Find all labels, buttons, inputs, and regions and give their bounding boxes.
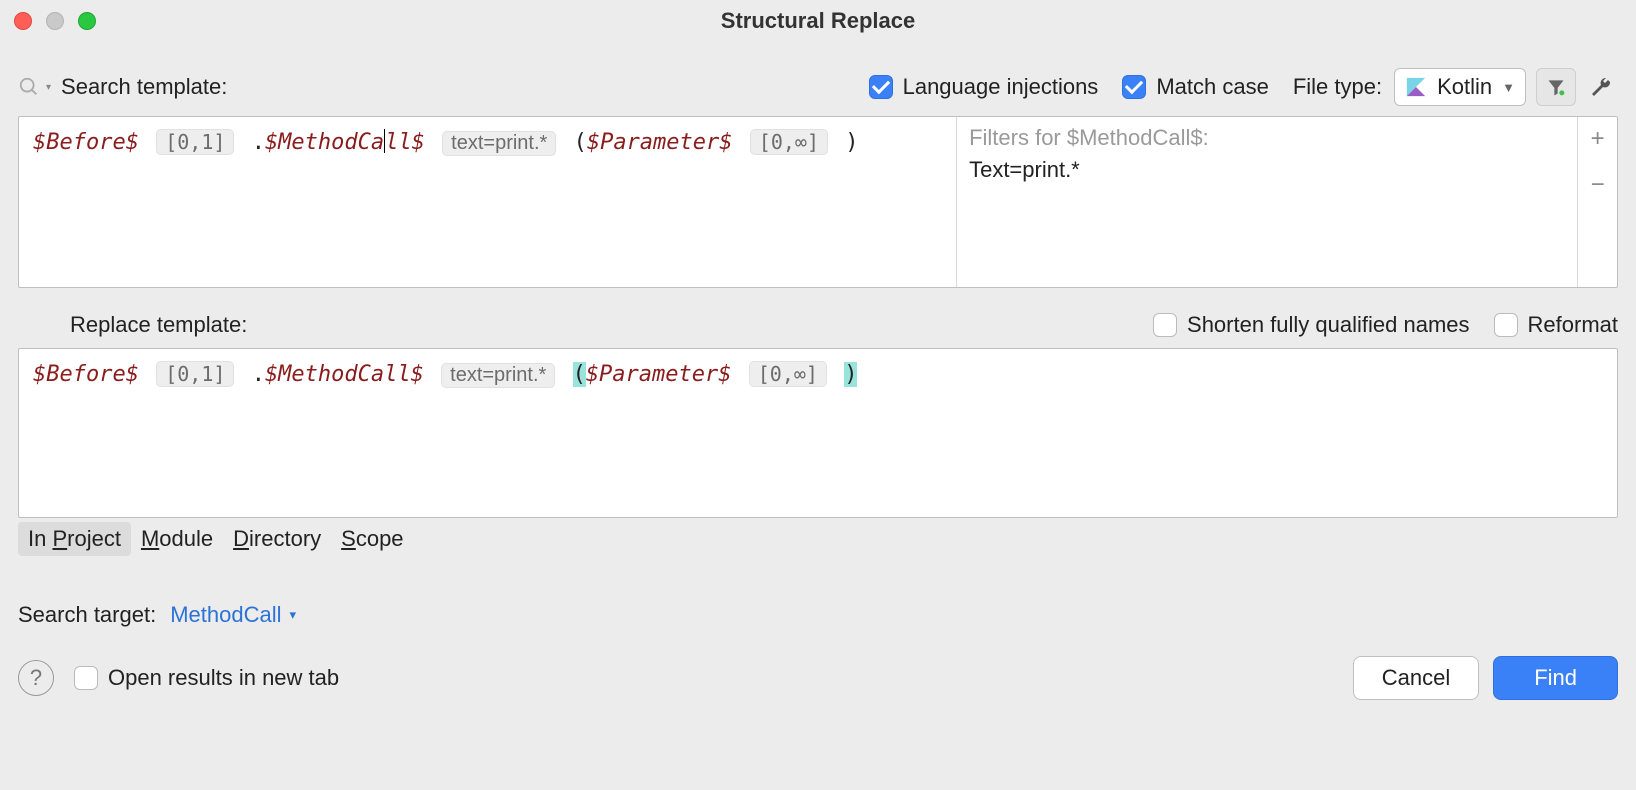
file-type-label: File type: — [1293, 74, 1382, 100]
scope-tab-directory[interactable]: Directory — [223, 522, 331, 556]
var-before: $Before$ — [33, 130, 139, 155]
zoom-window-icon[interactable] — [78, 12, 96, 30]
reformat-option[interactable]: Reformat — [1494, 312, 1618, 338]
search-template-editor[interactable]: $Before$ [0,1] .$MethodCall$ text=print.… — [19, 117, 957, 287]
checkbox-checked-icon[interactable] — [1122, 75, 1146, 99]
settings-wrench-icon[interactable] — [1584, 70, 1618, 104]
window-controls — [14, 12, 96, 30]
search-target-select[interactable]: MethodCall ▾ — [170, 602, 296, 628]
var-method-left: $MethodCa — [265, 130, 384, 155]
search-icon[interactable] — [18, 76, 40, 98]
scope-tab-module[interactable]: Module — [131, 522, 223, 556]
count-badge: [0,1] — [156, 361, 234, 387]
language-injections-option[interactable]: Language injections — [869, 74, 1099, 100]
filters-body[interactable]: Text=print.* — [969, 157, 1565, 183]
filters-panel: Filters for $MethodCall$: Text=print.* — [957, 117, 1577, 287]
shorten-fqn-label: Shorten fully qualified names — [1187, 312, 1470, 338]
scope-tab-scope[interactable]: Scope — [331, 522, 413, 556]
open-paren: ( — [574, 130, 587, 155]
replace-template-editor[interactable]: $Before$ [0,1] .$MethodCall$ text=print.… — [18, 348, 1618, 518]
replace-template-label: Replace template: — [70, 312, 247, 338]
filters-title: Filters for $MethodCall$: — [969, 125, 1565, 151]
file-type-select[interactable]: Kotlin ▼ — [1394, 68, 1526, 106]
search-template-panel: $Before$ [0,1] .$MethodCall$ text=print.… — [18, 116, 1618, 288]
var-parameter: $Parameter$ — [586, 362, 732, 387]
filters-toolbar: + − — [1577, 117, 1617, 287]
search-template-label: Search template: — [61, 74, 227, 100]
shorten-fqn-option[interactable]: Shorten fully qualified names — [1153, 312, 1470, 338]
match-case-label: Match case — [1156, 74, 1269, 100]
filter-badge: text=print.* — [441, 363, 555, 388]
filter-badge: text=print.* — [442, 131, 556, 156]
scope-tab-project[interactable]: In Project — [18, 522, 131, 556]
minimize-window-icon[interactable] — [46, 12, 64, 30]
cancel-button[interactable]: Cancel — [1353, 656, 1479, 700]
remove-filter-icon[interactable]: − — [1591, 171, 1605, 199]
search-history-chevron-icon[interactable]: ▾ — [46, 82, 51, 93]
filter-icon-button[interactable] — [1536, 68, 1576, 106]
open-in-new-tab-label: Open results in new tab — [108, 665, 339, 691]
search-target-value: MethodCall — [170, 602, 281, 628]
var-method: $MethodCall$ — [265, 362, 424, 387]
file-type-value: Kotlin — [1437, 74, 1492, 100]
var-parameter: $Parameter$ — [587, 130, 733, 155]
checkbox-unchecked-icon[interactable] — [1494, 313, 1518, 337]
kotlin-icon — [1405, 76, 1427, 98]
count-badge: [0,∞] — [750, 129, 828, 155]
checkbox-unchecked-icon[interactable] — [74, 666, 98, 690]
open-paren-highlighted: ( — [573, 362, 586, 387]
match-case-option[interactable]: Match case — [1122, 74, 1269, 100]
dot: . — [252, 130, 265, 155]
search-target-label: Search target: — [18, 602, 156, 628]
help-icon[interactable]: ? — [18, 660, 54, 696]
var-before: $Before$ — [33, 362, 139, 387]
close-paren: ) — [845, 130, 858, 155]
checkbox-unchecked-icon[interactable] — [1153, 313, 1177, 337]
count-badge: [0,∞] — [749, 361, 827, 387]
reformat-label: Reformat — [1528, 312, 1618, 338]
window-title: Structural Replace — [721, 8, 915, 34]
titlebar: Structural Replace — [0, 0, 1636, 42]
open-in-new-tab-option[interactable]: Open results in new tab — [74, 665, 339, 691]
dot: . — [252, 362, 265, 387]
add-filter-icon[interactable]: + — [1591, 125, 1605, 153]
chevron-down-icon: ▼ — [1502, 80, 1515, 95]
var-method-right: ll$ — [385, 130, 425, 155]
close-window-icon[interactable] — [14, 12, 32, 30]
scope-tabs: In Project Module Directory Scope — [18, 522, 1618, 556]
language-injections-label: Language injections — [903, 74, 1099, 100]
checkbox-checked-icon[interactable] — [869, 75, 893, 99]
count-badge: [0,1] — [156, 129, 234, 155]
find-button[interactable]: Find — [1493, 656, 1618, 700]
chevron-down-icon: ▾ — [289, 607, 296, 623]
close-paren-highlighted: ) — [844, 362, 857, 387]
